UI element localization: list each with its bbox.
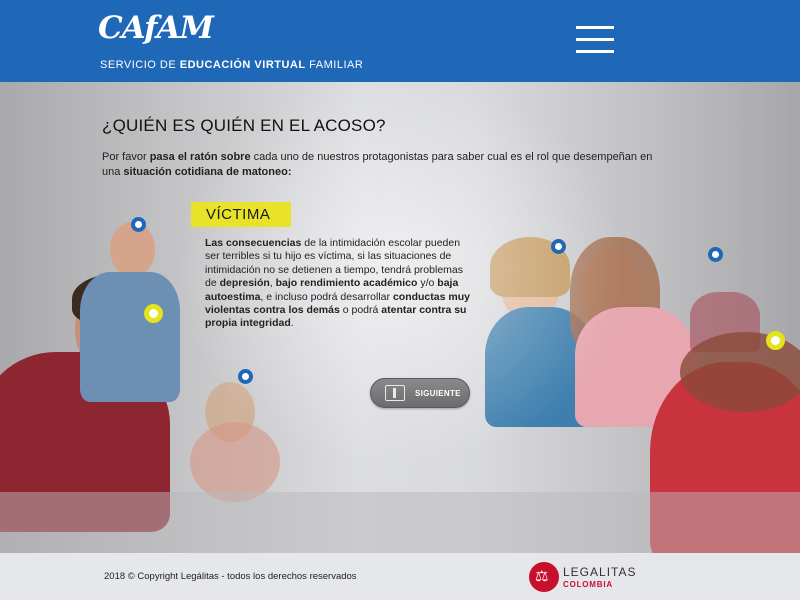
intro-text-bold: situación cotidiana de matoneo:: [123, 166, 292, 178]
site-header: CAfAM SERVICIO DE EDUCACIÓN VIRTUAL FAMI…: [0, 0, 800, 82]
role-text-part: , e incluso podrá desarrollar: [260, 290, 393, 303]
role-text-bold: Las consecuencias: [205, 237, 302, 249]
hamburger-menu-icon[interactable]: [576, 25, 614, 55]
role-description: Las consecuencias de la intimidación esc…: [205, 237, 470, 331]
next-button[interactable]: SIGUIENTE: [370, 378, 470, 408]
cafam-logo[interactable]: CAfAM: [98, 10, 214, 46]
site-footer: 2018 © Copyright Legálitas - todos los d…: [0, 553, 800, 600]
character-hotspot[interactable]: [766, 331, 785, 350]
scales-icon: ⚖: [535, 568, 549, 585]
character-hotspot[interactable]: [708, 247, 723, 262]
role-badge: VÍCTIMA: [191, 202, 291, 227]
role-text-part: y/o: [417, 277, 438, 290]
character-hotspot[interactable]: [144, 304, 163, 323]
tagline-pre: SERVICIO DE: [100, 59, 180, 71]
main-scene: ¿QUIÉN ES QUIÉN EN EL ACOSO? Por favor p…: [0, 82, 800, 553]
tagline-bold: EDUCACIÓN VIRTUAL: [179, 59, 306, 71]
character-hotspot[interactable]: [131, 217, 146, 232]
site-tagline: SERVICIO DE EDUCACIÓN VIRTUAL FAMILIAR: [100, 59, 363, 71]
tagline-post: FAMILIAR: [305, 59, 364, 71]
character-hotspot[interactable]: [551, 239, 566, 254]
partner-name: LEGALITAS: [563, 565, 637, 579]
role-text-part: .: [290, 317, 294, 330]
intro-text-bold: pasa el ratón sobre: [149, 151, 251, 163]
partner-country: COLOMBIA: [563, 580, 613, 589]
role-text-part: o podrá: [339, 304, 382, 317]
book-icon: [385, 385, 405, 401]
intro-text-part: Por favor: [102, 151, 150, 163]
legalitas-logo[interactable]: ⚖: [529, 562, 559, 592]
intro-text: Por favor pasa el ratón sobre cada uno d…: [102, 150, 662, 180]
role-text-bold: bajo rendimiento académico: [275, 277, 418, 290]
page-title: ¿QUIÉN ES QUIÉN EN EL ACOSO?: [102, 116, 386, 135]
role-text-bold: depresión: [219, 277, 270, 290]
copyright-text: 2018 © Copyright Legálitas - todos los d…: [104, 571, 357, 582]
next-button-label: SIGUIENTE: [415, 389, 461, 398]
character-hotspot[interactable]: [238, 369, 253, 384]
